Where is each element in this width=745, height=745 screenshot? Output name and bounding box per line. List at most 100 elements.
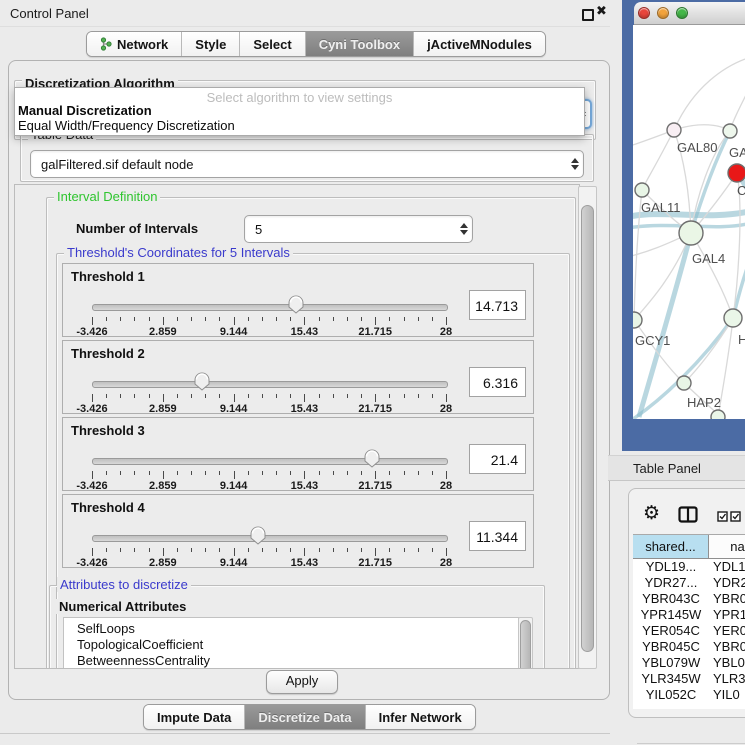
slider-tick — [134, 471, 135, 475]
slider-tick-label: 15.43 — [291, 480, 319, 492]
top-tab-bar: NetworkStyleSelectCyni ToolboxjActiveMNo… — [86, 31, 546, 57]
table-row[interactable]: YBR045CYBR0 — [633, 639, 745, 655]
network-node[interactable] — [635, 183, 649, 197]
slider-tick — [404, 548, 405, 552]
attributes-scrollbar[interactable] — [518, 617, 533, 669]
slider-thumb[interactable] — [250, 526, 266, 550]
network-node[interactable] — [724, 309, 742, 327]
panel-title: Control Panel — [10, 6, 89, 21]
node-label-hap2: HAP2 — [687, 395, 721, 410]
threshold-value-field[interactable]: 6.316 — [469, 367, 526, 397]
slider-tick — [234, 317, 235, 325]
slider-tick — [149, 317, 150, 321]
threshold-label: Threshold 4 — [71, 500, 145, 515]
mac-zoom-button[interactable] — [676, 7, 688, 19]
float-window-icon[interactable] — [582, 9, 594, 21]
tab-impute-data[interactable]: Impute Data — [144, 705, 245, 729]
slider-thumb[interactable] — [194, 372, 210, 396]
mac-close-button[interactable] — [638, 7, 650, 19]
checkbox-icon[interactable] — [730, 511, 741, 522]
tab-discretize-data[interactable]: Discretize Data — [245, 705, 365, 729]
slider-tick-label: 2.859 — [149, 326, 177, 338]
list-item-selfloops[interactable]: SelfLoops — [64, 621, 518, 637]
slider-tick — [446, 548, 447, 556]
apply-button[interactable]: Apply — [266, 670, 338, 694]
slider-thumb[interactable] — [288, 295, 304, 319]
threshold-value-field[interactable]: 14.713 — [469, 290, 526, 320]
network-node[interactable] — [728, 164, 745, 182]
cell-shared-name: YBR043C — [633, 591, 709, 607]
network-node[interactable] — [723, 124, 737, 138]
network-node[interactable] — [679, 221, 703, 245]
slider-tick — [205, 317, 206, 321]
network-node[interactable] — [667, 123, 681, 137]
tab-jactivemnodules[interactable]: jActiveMNodules — [414, 32, 545, 56]
settings-scrollbar[interactable] — [578, 186, 597, 669]
slider-tick — [92, 471, 93, 479]
table-row[interactable]: YER054CYER0 — [633, 623, 745, 639]
table-row[interactable]: YDR27...YDR2 — [633, 575, 745, 591]
tab-style[interactable]: Style — [182, 32, 240, 56]
slider-tick — [389, 317, 390, 321]
cell-name: YER0 — [713, 623, 745, 639]
slider-thumb[interactable] — [364, 449, 380, 473]
table-row[interactable]: YIL052CYIL0 — [633, 687, 745, 703]
slider-tick — [219, 471, 220, 475]
network-view-window: GAL80GACGAL11GAL4GCY1HAHAP2 — [622, 0, 745, 451]
table-row[interactable]: YBL079WYBL0 — [633, 655, 745, 671]
network-node[interactable] — [633, 312, 642, 328]
list-item-topologicalcoefficient[interactable]: TopologicalCoefficient — [64, 637, 518, 653]
threshold-value-field[interactable]: 11.344 — [469, 521, 526, 551]
threshold-label: Threshold 1 — [71, 269, 145, 284]
gear-icon[interactable]: ⚙ — [643, 504, 660, 523]
slider-track[interactable] — [92, 535, 448, 542]
cell-name: YBR0 — [713, 591, 745, 607]
slider-tick — [106, 548, 107, 552]
network-canvas[interactable]: GAL80GACGAL11GAL4GCY1HAHAP2 — [633, 25, 745, 419]
column-header-shared-[interactable]: shared... — [633, 535, 709, 559]
slider-tick — [120, 394, 121, 398]
mac-minimize-button[interactable] — [657, 7, 669, 19]
network-node[interactable] — [711, 410, 725, 419]
table-row[interactable]: YLR345WYLR3 — [633, 671, 745, 687]
table-data-combobox[interactable]: galFiltered.sif default node — [30, 150, 584, 178]
table-row[interactable]: YBR043CYBR0 — [633, 591, 745, 607]
slider-track[interactable] — [92, 304, 448, 311]
cell-name: YLR3 — [713, 671, 745, 687]
settings-viewport: Interval Definition Number of Intervals … — [14, 184, 580, 669]
slider-tick — [234, 394, 235, 402]
number-of-intervals-combobox[interactable]: 5 — [244, 215, 473, 243]
slider-tick — [361, 548, 362, 552]
network-window-titlebar[interactable] — [634, 2, 745, 25]
column-header-name[interactable]: name — [709, 535, 745, 559]
tab-infer-network[interactable]: Infer Network — [366, 705, 475, 729]
threshold-value-field[interactable]: 21.4 — [469, 444, 526, 474]
slider-tick — [106, 471, 107, 475]
tab-cyni-toolbox[interactable]: Cyni Toolbox — [306, 32, 414, 56]
slider-tick — [347, 317, 348, 321]
slider-track[interactable] — [92, 458, 448, 465]
tab-network[interactable]: Network — [87, 32, 182, 56]
tab-select[interactable]: Select — [240, 32, 305, 56]
slider-track[interactable] — [92, 381, 448, 388]
node-label-gal80: GAL80 — [677, 140, 717, 155]
numerical-attributes-list[interactable]: SelfLoopsTopologicalCoefficientBetweenne… — [63, 617, 519, 669]
close-icon[interactable]: ✖ — [596, 4, 607, 19]
combo-stepper-icon — [456, 223, 472, 235]
table-row[interactable]: YDL19...YDL1 — [633, 559, 745, 575]
slider-tick — [191, 548, 192, 552]
slider-tick — [134, 548, 135, 552]
slider-tick — [120, 471, 121, 475]
slider-tick-label: -3.426 — [76, 557, 107, 569]
slider-tick — [375, 317, 376, 325]
algorithm-dropdown-popup: Select algorithm to view settings Manual… — [14, 87, 585, 136]
checkbox-icon[interactable] — [717, 511, 728, 522]
network-node[interactable] — [677, 376, 691, 390]
slider-tick — [92, 548, 93, 556]
dropdown-option-equal-width-frequency-discretization[interactable]: Equal Width/Frequency Discretization — [18, 118, 235, 133]
table-row[interactable]: YPR145WYPR1 — [633, 607, 745, 623]
slider-tick — [92, 317, 93, 325]
list-item-betweennesscentrality[interactable]: BetweennessCentrality — [64, 653, 518, 669]
dropdown-option-manual-discretization[interactable]: Manual Discretization — [18, 103, 152, 118]
split-columns-icon[interactable] — [678, 506, 698, 523]
